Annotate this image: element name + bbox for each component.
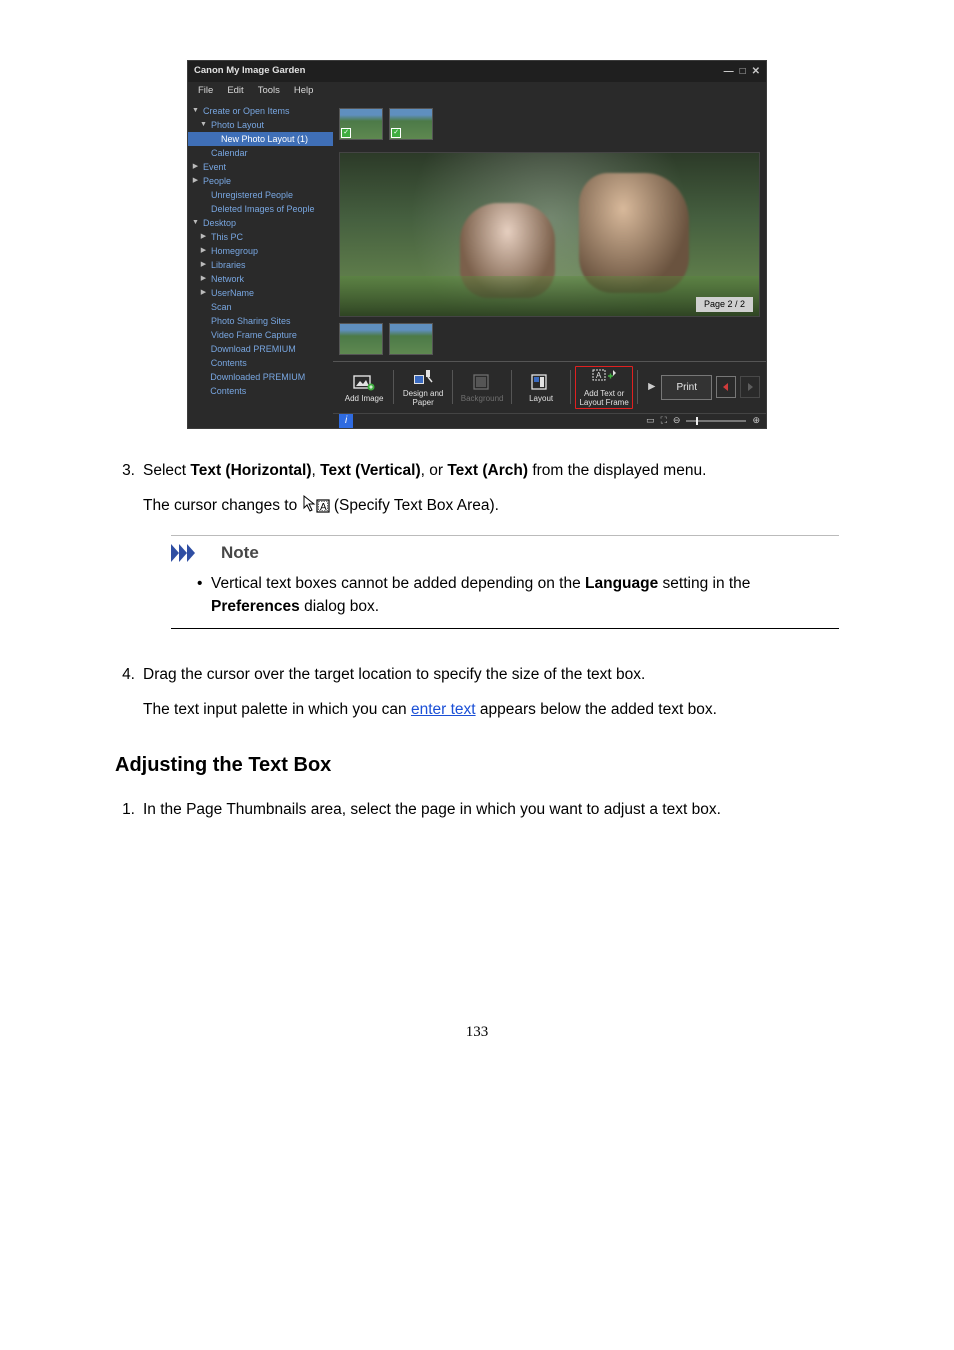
window-title: Canon My Image Garden [194, 64, 305, 78]
source-thumb-2[interactable]: ✓ [389, 108, 433, 140]
step-4: 4. Drag the cursor over the target locat… [115, 663, 839, 722]
toolbar-more-icon[interactable]: ▶ [642, 380, 661, 394]
main-photo-preview[interactable]: Page 2 / 2 [339, 152, 760, 317]
app-screenshot: Canon My Image Garden — □ ✕ File Edit To… [187, 60, 767, 429]
toolbar: Add Image Design and Paper B [333, 361, 766, 412]
tree-scan[interactable]: Scan [188, 300, 333, 314]
tree-this-pc[interactable]: ▶This PC [188, 230, 333, 244]
page-number: 133 [115, 1021, 839, 1044]
window-close-icon[interactable]: ✕ [752, 64, 760, 79]
status-bar: i ▭ ⛶ ⊖ ⊕ [333, 413, 766, 428]
tree-download-premium[interactable]: Download PREMIUM Contents [188, 342, 333, 370]
note-block: Note • Vertical text boxes cannot be add… [171, 535, 839, 629]
svg-text:A: A [596, 371, 602, 380]
specify-text-box-cursor-icon: A [302, 494, 330, 523]
add-image-icon [351, 372, 377, 392]
menu-bar: File Edit Tools Help [188, 82, 766, 102]
design-paper-button[interactable]: Design and Paper [398, 367, 448, 407]
page-thumbnails [333, 317, 766, 361]
tree-people[interactable]: ▶People [188, 174, 333, 188]
window-titlebar: Canon My Image Garden — □ ✕ [188, 61, 766, 82]
step-1b-number: 1. [115, 798, 143, 821]
thumb-check-icon: ✓ [341, 128, 351, 138]
tree-desktop[interactable]: ▼Desktop [188, 216, 333, 230]
zoom-slider[interactable] [686, 420, 746, 422]
menu-file[interactable]: File [198, 84, 213, 98]
menu-tools[interactable]: Tools [258, 84, 280, 98]
tree-libraries[interactable]: ▶Libraries [188, 258, 333, 272]
enter-text-link[interactable]: enter text [411, 701, 476, 718]
note-item: • Vertical text boxes cannot be added de… [197, 572, 839, 619]
print-button[interactable]: Print [661, 375, 712, 400]
tree-video[interactable]: Video Frame Capture [188, 328, 333, 342]
arrow-left-icon [721, 382, 731, 392]
menu-edit[interactable]: Edit [227, 84, 243, 98]
tree-downloaded-premium[interactable]: Downloaded PREMIUM Contents [188, 370, 333, 398]
info-icon[interactable]: i [339, 414, 353, 428]
add-text-frame-button[interactable]: A Add Text or Layout Frame [575, 366, 633, 408]
tree-unregistered[interactable]: Unregistered People [188, 188, 333, 202]
layout-icon [528, 372, 554, 392]
next-page-button[interactable] [740, 376, 760, 398]
step-4-line1: Drag the cursor over the target location… [143, 663, 839, 686]
step-1b: 1. In the Page Thumbnails area, select t… [115, 798, 839, 821]
source-thumb-1[interactable]: ✓ [339, 108, 383, 140]
tree-sharing[interactable]: Photo Sharing Sites [188, 314, 333, 328]
zoom-in-icon[interactable]: ⊕ [752, 414, 760, 428]
page-label: Page 2 / 2 [696, 297, 753, 313]
page-thumb-1[interactable] [339, 323, 383, 355]
thumb-check-icon: ✓ [391, 128, 401, 138]
tree-photo-layout[interactable]: ▼Photo Layout [188, 118, 333, 132]
step-3-cursor: The cursor changes to A (Specify Text Bo… [143, 494, 839, 523]
step-4-line2: The text input palette in which you can … [143, 698, 839, 721]
section-heading: Adjusting the Text Box [115, 750, 839, 780]
zoom-out-icon[interactable]: ⊖ [673, 414, 681, 428]
design-paper-icon [410, 367, 436, 387]
fit-icon[interactable]: ⛶ [661, 414, 667, 428]
note-chevrons-icon [171, 544, 213, 562]
svg-text:A: A [320, 502, 327, 513]
window-minimize-icon[interactable]: — [724, 64, 734, 79]
tree-event[interactable]: ▶Event [188, 160, 333, 174]
note-label: Note [221, 540, 259, 566]
step-3-lead: Select Text (Horizontal), Text (Vertical… [143, 459, 839, 482]
add-image-button[interactable]: Add Image [339, 372, 389, 403]
step-3: 3. Select Text (Horizontal), Text (Verti… [115, 459, 839, 646]
tree-new-photo-layout[interactable]: New Photo Layout (1) [188, 132, 333, 146]
view-mode-icon[interactable]: ▭ [646, 414, 655, 428]
tree-username[interactable]: ▶UserName [188, 286, 333, 300]
prev-page-button[interactable] [716, 376, 736, 398]
layout-button[interactable]: Layout [516, 372, 566, 403]
page-thumb-2[interactable] [389, 323, 433, 355]
window-maximize-icon[interactable]: □ [740, 64, 746, 79]
tree-calendar[interactable]: Calendar [188, 146, 333, 160]
step-4-number: 4. [115, 663, 143, 722]
thumbnail-strip-top: ✓ ✓ [333, 102, 766, 146]
tree-create-open[interactable]: ▼Create or Open Items [188, 104, 333, 118]
step-3-number: 3. [115, 459, 143, 646]
step-1b-text: In the Page Thumbnails area, select the … [143, 798, 839, 821]
tree-homegroup[interactable]: ▶Homegroup [188, 244, 333, 258]
add-text-frame-icon: A [591, 367, 617, 387]
background-icon [469, 372, 495, 392]
menu-help[interactable]: Help [294, 84, 314, 98]
tree-network[interactable]: ▶Network [188, 272, 333, 286]
sidebar: ▼Create or Open Items ▼Photo Layout New … [188, 102, 333, 427]
tree-deleted[interactable]: Deleted Images of People [188, 202, 333, 216]
background-button: Background [457, 372, 507, 403]
arrow-right-icon [745, 382, 755, 392]
